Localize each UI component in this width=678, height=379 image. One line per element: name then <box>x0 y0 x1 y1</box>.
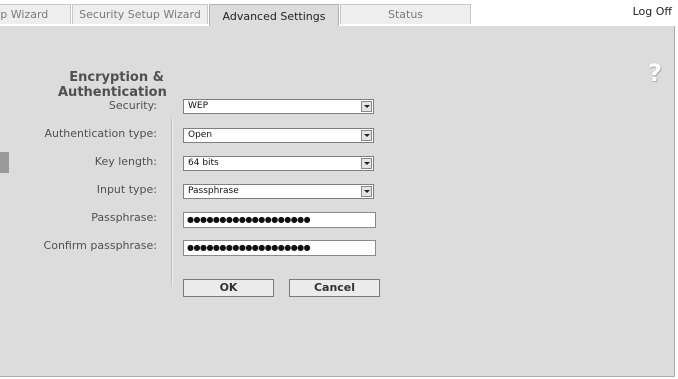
chevron-down-icon[interactable] <box>361 130 372 141</box>
tab-security-setup-wizard[interactable]: Security Setup Wizard <box>72 4 208 24</box>
side-marker <box>0 152 9 173</box>
cancel-button[interactable]: Cancel <box>289 279 380 297</box>
input-type-value: Passphrase <box>188 186 239 196</box>
section-title-line2: Authentication <box>58 85 167 100</box>
ok-button[interactable]: OK <box>183 279 274 297</box>
passphrase-label: Passphrase: <box>91 211 157 224</box>
key-length-select[interactable]: 64 bits <box>183 156 374 171</box>
chevron-down-icon[interactable] <box>361 186 372 197</box>
tab-security-setup-wizard-label: Security Setup Wizard <box>79 8 201 21</box>
auth-type-label: Authentication type: <box>44 127 157 140</box>
passphrase-field[interactable]: ●●●●●●●●●●●●●●●●●●● <box>183 212 376 228</box>
input-type-select[interactable]: Passphrase <box>183 184 374 199</box>
tab-setup-wizard[interactable]: tup Wizard <box>0 4 71 24</box>
tab-setup-wizard-label: tup Wizard <box>0 8 49 21</box>
tab-status[interactable]: Status <box>340 4 471 24</box>
tab-advanced-settings[interactable]: Advanced Settings <box>209 4 339 27</box>
settings-panel: ? Encryption & Authentication Security: … <box>0 26 675 377</box>
security-value: WEP <box>188 101 209 111</box>
chevron-down-icon[interactable] <box>361 101 372 112</box>
auth-type-value: Open <box>188 130 213 140</box>
confirm-passphrase-field[interactable]: ●●●●●●●●●●●●●●●●●●● <box>183 240 376 256</box>
chevron-down-icon[interactable] <box>361 158 372 169</box>
tab-advanced-settings-label: Advanced Settings <box>222 10 326 23</box>
log-off-link[interactable]: Log Off <box>633 5 672 18</box>
confirm-passphrase-label: Confirm passphrase: <box>43 239 157 252</box>
tab-status-label: Status <box>387 8 424 21</box>
router-admin-page: tup Wizard Security Setup Wizard Advance… <box>0 0 678 379</box>
key-length-label: Key length: <box>94 155 157 168</box>
input-type-label: Input type: <box>96 183 157 196</box>
key-length-value: 64 bits <box>188 158 219 168</box>
section-title-line1: Encryption & <box>69 70 164 85</box>
auth-type-select[interactable]: Open <box>183 128 374 143</box>
security-label: Security: <box>108 99 157 112</box>
security-select[interactable]: WEP <box>183 99 374 114</box>
question-mark-icon[interactable]: ? <box>648 59 662 87</box>
form-divider <box>171 118 173 286</box>
section-title: Encryption & Authentication <box>58 70 167 100</box>
